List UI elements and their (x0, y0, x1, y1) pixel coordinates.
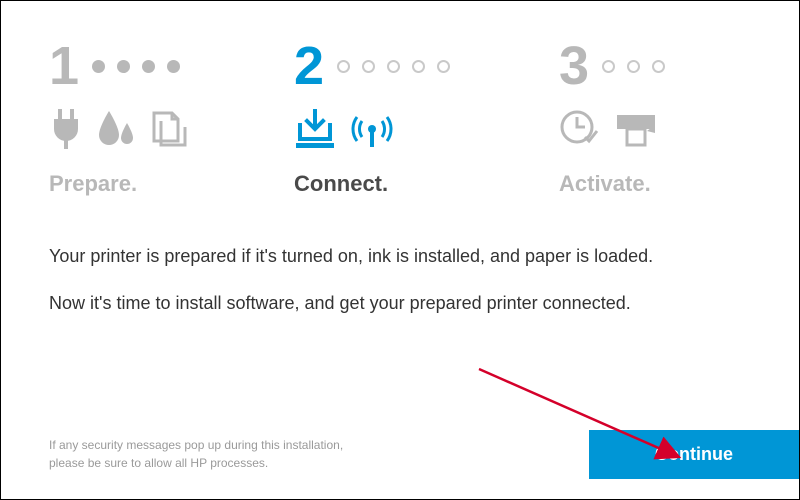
step-2-number: 2 (294, 39, 323, 93)
progress-dots-1 (92, 60, 180, 73)
install-icon (294, 109, 336, 149)
progress-dots-3 (602, 60, 665, 73)
plug-icon (49, 109, 83, 149)
print-icon (615, 109, 657, 149)
setup-stepper: 1 Prepare. 2 (49, 37, 751, 197)
continue-button[interactable]: Continue (589, 430, 799, 479)
step-1-number: 1 (49, 39, 78, 93)
ink-drops-icon (97, 109, 135, 149)
clock-check-icon (559, 109, 601, 149)
instruction-text: Your printer is prepared if it's turned … (49, 243, 751, 317)
step-3-label: Activate. (559, 171, 651, 197)
wireless-icon (350, 109, 394, 149)
step-1-label: Prepare. (49, 171, 137, 197)
step-2-label: Connect. (294, 171, 388, 197)
step-3: 3 Activate. (559, 37, 749, 197)
paper-copy-icon (149, 109, 189, 149)
security-note: If any security messages pop up during t… (49, 437, 343, 472)
instruction-line-1: Your printer is prepared if it's turned … (49, 243, 751, 270)
step-3-number: 3 (559, 39, 588, 93)
step-2: 2 Connect. (294, 37, 559, 197)
progress-dots-2 (337, 60, 450, 73)
step-1: 1 Prepare. (49, 37, 294, 197)
instruction-line-2: Now it's time to install software, and g… (49, 290, 751, 317)
